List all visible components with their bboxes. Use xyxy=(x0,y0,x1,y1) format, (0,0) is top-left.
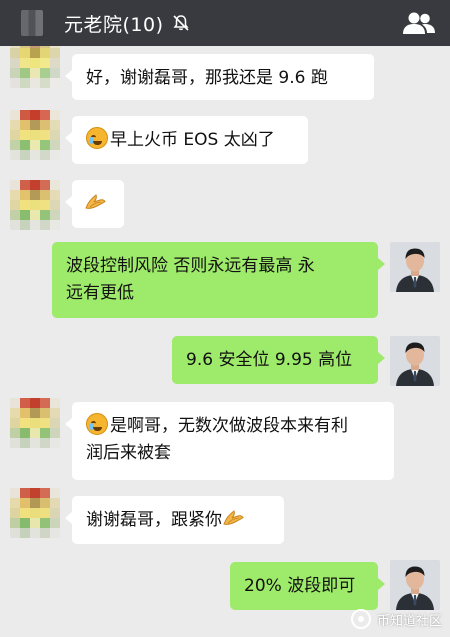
message-bubble[interactable]: 20% 波段即可 xyxy=(230,562,385,610)
message-bubble[interactable]: 谢谢磊哥，跟紧你 xyxy=(65,496,284,544)
avatar[interactable] xyxy=(10,46,60,88)
folded-hands-emoji-icon xyxy=(85,194,106,209)
message-bubble[interactable]: 是啊哥，无数次做波段本来有利 润后来被套 xyxy=(65,402,394,480)
message-bubble[interactable] xyxy=(65,180,124,228)
blurred-avatar xyxy=(10,180,60,230)
my-avatar[interactable] xyxy=(390,560,440,610)
watermark: 币知道社区 xyxy=(350,609,442,629)
tears-of-joy-emoji-icon xyxy=(86,413,108,435)
bell-off-icon xyxy=(172,15,189,31)
chat-header: 元老院(10) xyxy=(0,0,450,46)
watermark-text: 币知道社区 xyxy=(376,613,442,629)
message-text: 谢谢磊哥，跟紧你 xyxy=(86,510,222,530)
message-text-line: 波段控制风险 否则永远有最高 永 xyxy=(66,256,315,276)
blurred-back-icon xyxy=(21,10,43,36)
person-photo-icon xyxy=(390,336,440,386)
wechat-channel-icon xyxy=(350,609,371,629)
chat-area[interactable]: 好，谢谢磊哥，那我还是 9.6 跑 早上火币 EOS 太凶了 波段控制风险 否则… xyxy=(0,46,450,637)
message-text-line: 远有更低 xyxy=(66,283,134,303)
message-text: 早上火币 EOS 太凶了 xyxy=(110,130,275,150)
folded-hands-emoji-icon xyxy=(223,510,244,525)
blurred-avatar xyxy=(10,46,60,88)
message-text-line: 润后来被套 xyxy=(86,443,171,463)
message-text: 好，谢谢磊哥，那我还是 9.6 跑 xyxy=(86,68,328,88)
blurred-avatar xyxy=(10,398,60,448)
tears-of-joy-emoji-icon xyxy=(86,127,108,149)
message-bubble[interactable]: 波段控制风险 否则永远有最高 永 远有更低 xyxy=(52,242,385,318)
group-members-icon[interactable] xyxy=(402,11,436,35)
person-photo-icon xyxy=(390,560,440,610)
avatar[interactable] xyxy=(10,180,60,230)
message-bubble[interactable]: 好，谢谢磊哥，那我还是 9.6 跑 xyxy=(65,54,374,100)
message-text: 20% 波段即可 xyxy=(244,576,356,596)
blurred-avatar xyxy=(10,110,60,160)
my-avatar[interactable] xyxy=(390,242,440,292)
person-photo-icon xyxy=(390,242,440,292)
back-button[interactable] xyxy=(0,0,64,46)
message-bubble[interactable]: 9.6 安全位 9.95 高位 xyxy=(172,336,385,384)
avatar[interactable] xyxy=(10,488,60,538)
blurred-avatar xyxy=(10,488,60,538)
message-text: 9.6 安全位 9.95 高位 xyxy=(186,350,353,370)
group-title: 元老院(10) xyxy=(64,13,164,36)
avatar[interactable] xyxy=(10,110,60,160)
my-avatar[interactable] xyxy=(390,336,440,386)
message-bubble[interactable]: 早上火币 EOS 太凶了 xyxy=(65,116,308,164)
message-text-line: 是啊哥，无数次做波段本来有利 xyxy=(110,416,348,436)
avatar[interactable] xyxy=(10,398,60,448)
